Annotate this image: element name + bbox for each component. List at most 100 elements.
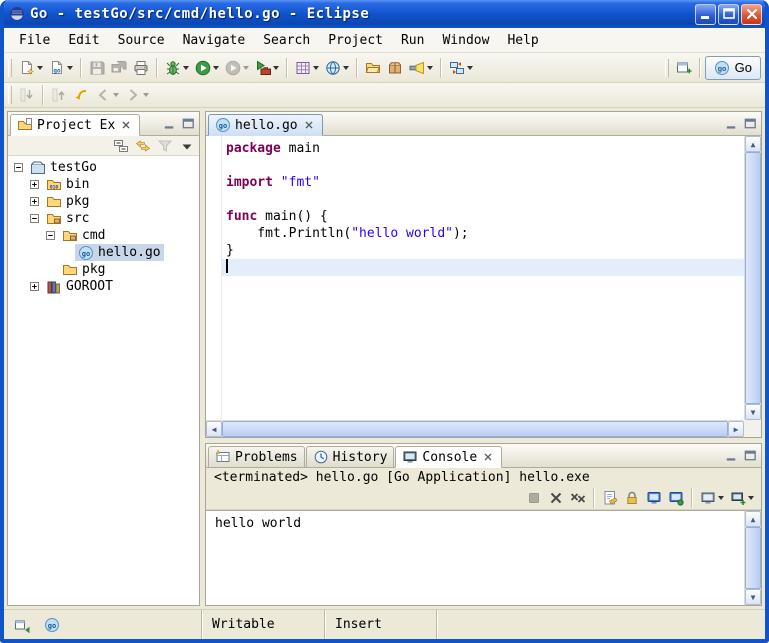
scroll-thumb[interactable] [745, 152, 761, 404]
scroll-up-icon[interactable]: ▲ [745, 511, 761, 527]
word-wrap-button[interactable] [644, 486, 664, 510]
toolbar-grip[interactable] [8, 86, 12, 104]
dropdown-arrow-icon[interactable] [113, 93, 119, 97]
minimize-view-button[interactable] [722, 446, 740, 464]
open-console-button[interactable] [728, 486, 756, 510]
minimize-button[interactable] [695, 4, 716, 25]
new-wizard-button[interactable] [17, 56, 45, 80]
open-folder-button[interactable] [363, 56, 383, 80]
tree-item-hello-go[interactable]: gohello.go [8, 244, 199, 261]
tree-item-pkg[interactable]: pkg [8, 193, 199, 210]
tree-item-src[interactable]: src [8, 210, 199, 227]
last-edit-location-button[interactable] [71, 83, 91, 107]
close-tab-icon[interactable] [481, 450, 495, 464]
display-console-button[interactable] [698, 486, 726, 510]
expand-expander-icon[interactable] [30, 197, 39, 206]
scroll-lock-button[interactable] [622, 486, 642, 510]
menu-help[interactable]: Help [498, 30, 547, 51]
menu-source[interactable]: Source [109, 30, 174, 51]
dropdown-arrow-icon[interactable] [467, 66, 473, 70]
pin-console-button[interactable] [666, 486, 686, 510]
close-tab-icon[interactable] [119, 118, 133, 132]
editor-hscrollbar[interactable]: ◀ ▶ [206, 420, 744, 437]
tree-item-testgo[interactable]: testGo [8, 159, 199, 176]
minimize-view-button[interactable] [160, 114, 178, 132]
tab-history[interactable]: History [306, 446, 395, 467]
remove-all-launches-button[interactable] [568, 486, 588, 510]
dropdown-arrow-icon[interactable] [343, 66, 349, 70]
project-tree[interactable]: testGo010binpkgsrccmdgohello.gopkgGOROOT [8, 156, 199, 605]
minimize-view-button[interactable] [722, 114, 740, 132]
dropdown-arrow-icon[interactable] [67, 66, 73, 70]
scroll-up-icon[interactable]: ▲ [745, 136, 761, 152]
scroll-down-icon[interactable]: ▼ [745, 589, 761, 605]
dropdown-arrow-icon[interactable] [183, 66, 189, 70]
code-line[interactable]: } [222, 242, 744, 259]
expand-expander-icon[interactable] [30, 282, 39, 291]
maximize-view-button[interactable] [741, 446, 759, 464]
fast-view-button[interactable] [13, 616, 31, 634]
go-build-button[interactable] [323, 56, 351, 80]
debug-button[interactable] [163, 56, 191, 80]
menu-window[interactable]: Window [433, 30, 498, 51]
tree-item-pkg[interactable]: pkg [8, 261, 199, 278]
scroll-track[interactable] [745, 527, 761, 589]
maximize-view-button[interactable] [179, 114, 197, 132]
go-new-project-button[interactable] [293, 56, 321, 80]
tab-problems[interactable]: Problems [208, 446, 305, 467]
eclipse-icon[interactable] [9, 6, 25, 22]
clear-console-button[interactable] [600, 486, 620, 510]
scroll-thumb[interactable] [222, 421, 728, 437]
view-menu-button[interactable] [178, 137, 196, 155]
tree-item-cmd[interactable]: cmd [8, 227, 199, 244]
code-line[interactable] [222, 157, 744, 174]
print-button[interactable] [131, 56, 151, 80]
scroll-track[interactable] [745, 152, 761, 404]
dropdown-arrow-icon[interactable] [213, 66, 219, 70]
go-trim-button[interactable]: go [43, 616, 61, 634]
code-line[interactable]: fmt.Println("hello world"); [222, 225, 744, 242]
code-line[interactable]: package main [222, 140, 744, 157]
scroll-down-icon[interactable]: ▼ [745, 404, 761, 420]
menu-search[interactable]: Search [254, 30, 319, 51]
new-go-file-button[interactable]: go [47, 56, 75, 80]
dropdown-arrow-icon[interactable] [37, 66, 43, 70]
link-editor-button[interactable] [134, 137, 152, 155]
go-perspective-button[interactable]: go Go [705, 56, 761, 80]
maximize-button[interactable] [718, 4, 739, 25]
tab-hello-go[interactable]: go hello.go [208, 114, 323, 136]
open-perspective-button[interactable] [674, 56, 694, 80]
collapse-expander-icon[interactable] [30, 214, 39, 223]
menu-project[interactable]: Project [319, 30, 392, 51]
tree-item-goroot[interactable]: GOROOT [8, 278, 199, 295]
titlebar[interactable]: Go - testGo/src/cmd/hello.go - Eclipse [4, 0, 765, 28]
scroll-left-icon[interactable]: ◀ [206, 421, 222, 437]
tree-item-bin[interactable]: 010bin [8, 176, 199, 193]
toolbar-grip[interactable] [8, 59, 12, 77]
editor-vscrollbar[interactable]: ▲ ▼ [744, 136, 761, 420]
collapse-expander-icon[interactable] [14, 163, 23, 172]
tab-console[interactable]: Console [395, 446, 502, 468]
annotation-ruler[interactable] [206, 136, 222, 420]
close-tab-icon[interactable] [302, 118, 316, 132]
dropdown-arrow-icon[interactable] [273, 66, 279, 70]
search-button[interactable] [407, 56, 435, 80]
code-line-current[interactable] [222, 259, 744, 276]
code-line[interactable]: func main() { [222, 208, 744, 225]
code-area[interactable]: package main import "fmt" func main() { fm… [222, 136, 744, 420]
dropdown-arrow-icon[interactable] [427, 66, 433, 70]
menu-navigate[interactable]: Navigate [174, 30, 255, 51]
expand-expander-icon[interactable] [30, 180, 39, 189]
maximize-view-button[interactable] [741, 114, 759, 132]
remove-launch-button[interactable] [546, 486, 566, 510]
external-tools-button[interactable] [253, 56, 281, 80]
perspective-grip[interactable] [665, 59, 669, 77]
code-line[interactable]: import "fmt" [222, 174, 744, 191]
scroll-right-icon[interactable]: ▶ [728, 421, 744, 437]
dropdown-arrow-icon[interactable] [143, 93, 149, 97]
menu-file[interactable]: File [10, 30, 59, 51]
run-button[interactable] [193, 56, 221, 80]
menu-run[interactable]: Run [392, 30, 433, 51]
team-sync-button[interactable] [447, 56, 475, 80]
dropdown-arrow-icon[interactable] [313, 66, 319, 70]
